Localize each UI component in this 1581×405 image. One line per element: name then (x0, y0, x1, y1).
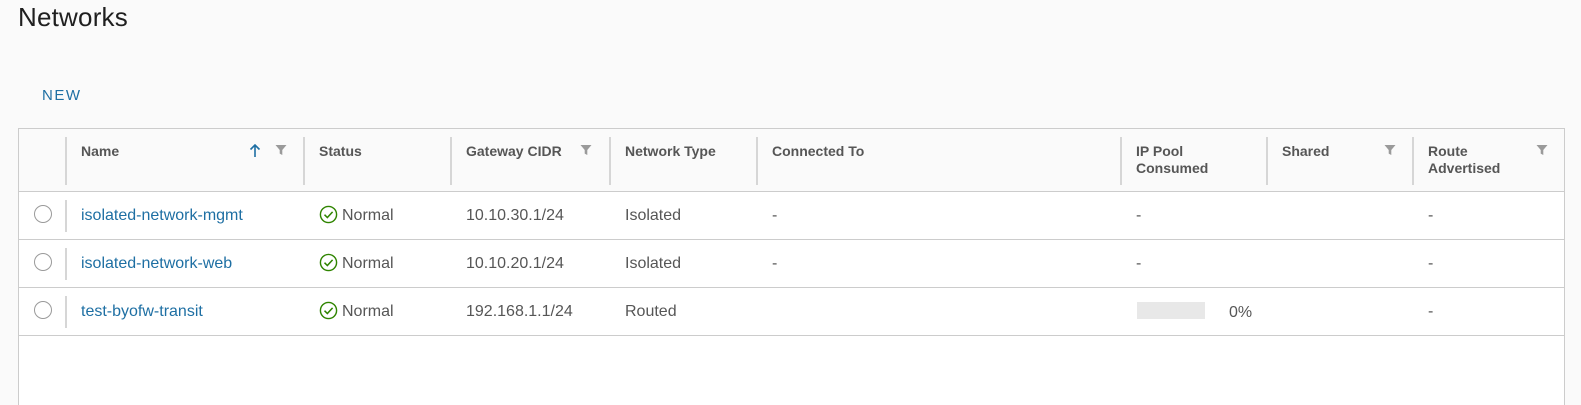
status-cell: Normal (319, 288, 394, 335)
connected-to-cell: - (772, 207, 778, 224)
new-network-button[interactable]: NEW (30, 82, 94, 108)
col-ip-pool-label-line1: IP Pool (1136, 143, 1184, 159)
network-name-cell: test-byofw-transit (81, 288, 203, 335)
network-type-cell: Routed (625, 303, 677, 320)
col-ip-pool-label-line2: Consumed (1136, 160, 1209, 176)
col-connected-to-label: Connected To (772, 143, 865, 159)
gateway-cidr-cell: 192.168.1.1/24 (466, 303, 573, 320)
gateway-cidr-cell: 10.10.20.1/24 (466, 255, 564, 272)
status-text: Normal (342, 255, 394, 272)
col-select-header (19, 129, 67, 191)
status-cell: Normal (319, 192, 394, 239)
ip-pool-cell: 0% (1122, 288, 1268, 335)
status-cell: Normal (319, 240, 394, 287)
network-name-link[interactable]: isolated-network-web (81, 255, 232, 272)
col-name-label: Name (81, 143, 120, 159)
network-name-cell: isolated-network-mgmt (81, 192, 243, 239)
row-separator (65, 296, 67, 328)
route-advertised-cell: - (1428, 255, 1434, 272)
filter-icon[interactable] (580, 144, 592, 156)
row-separator (65, 248, 67, 280)
filter-icon[interactable] (275, 144, 287, 156)
ip-pool-percent: 0% (1229, 304, 1253, 321)
col-shared-label: Shared (1282, 143, 1330, 159)
network-type-cell: Isolated (625, 207, 682, 224)
gateway-cidr-cell: 10.10.30.1/24 (466, 207, 564, 224)
network-type-cell: Isolated (625, 255, 682, 272)
col-ip-pool-header[interactable]: IP Pool Consumed (1122, 129, 1268, 191)
network-name-link[interactable]: test-byofw-transit (81, 303, 203, 320)
network-name-link[interactable]: isolated-network-mgmt (81, 207, 243, 224)
network-name-cell: isolated-network-web (81, 240, 232, 287)
connected-to-cell: - (772, 255, 778, 272)
col-ip-pool-label: IP Pool Consumed (1136, 143, 1208, 177)
route-advertised-cell: - (1428, 303, 1434, 320)
col-gateway-cidr-label: Gateway CIDR (466, 143, 562, 159)
row-separator (65, 200, 67, 232)
page-title: Networks (18, 2, 128, 32)
col-shared-header[interactable]: Shared (1268, 129, 1414, 191)
filter-icon[interactable] (1384, 144, 1396, 156)
col-name-header[interactable]: Name (67, 129, 305, 191)
filter-icon[interactable] (1536, 144, 1548, 156)
route-advertised-cell: - (1428, 207, 1434, 224)
status-text: Normal (342, 303, 394, 320)
col-route-advertised-label-line2: Advertised (1428, 160, 1501, 176)
grid-header: Name Status Gateway CIDR Network Type Co… (19, 129, 1564, 192)
status-text: Normal (342, 207, 394, 224)
table-row[interactable]: test-byofw-transit Normal 192.168.1.1/24… (19, 288, 1564, 336)
check-circle-icon (319, 301, 338, 320)
row-select-radio[interactable] (34, 253, 52, 271)
ip-pool-cell: - (1136, 207, 1142, 224)
col-route-advertised-header[interactable]: Route Advertised (1414, 129, 1564, 191)
col-gateway-cidr-header[interactable]: Gateway CIDR (452, 129, 611, 191)
col-route-advertised-label: Route Advertised (1428, 143, 1500, 177)
ip-pool-cell: - (1136, 255, 1142, 272)
row-select-radio[interactable] (34, 205, 52, 223)
arrow-up-icon[interactable] (249, 144, 261, 158)
ip-pool-progress-bar (1137, 302, 1205, 319)
table-row[interactable]: isolated-network-mgmt Normal 10.10.30.1/… (19, 192, 1564, 240)
table-row[interactable]: isolated-network-web Normal 10.10.20.1/2… (19, 240, 1564, 288)
networks-datagrid: Name Status Gateway CIDR Network Type Co… (18, 128, 1565, 405)
check-circle-icon (319, 205, 338, 224)
networks-page: Networks NEW Name Status Gateway CIDR Ne… (0, 0, 1581, 405)
col-status-label: Status (319, 143, 362, 159)
col-connected-to-header[interactable]: Connected To (758, 129, 1122, 191)
col-network-type-header[interactable]: Network Type (611, 129, 758, 191)
row-select-radio[interactable] (34, 301, 52, 319)
col-route-advertised-label-line1: Route (1428, 143, 1468, 159)
col-status-header[interactable]: Status (305, 129, 452, 191)
check-circle-icon (319, 253, 338, 272)
col-network-type-label: Network Type (625, 143, 716, 159)
